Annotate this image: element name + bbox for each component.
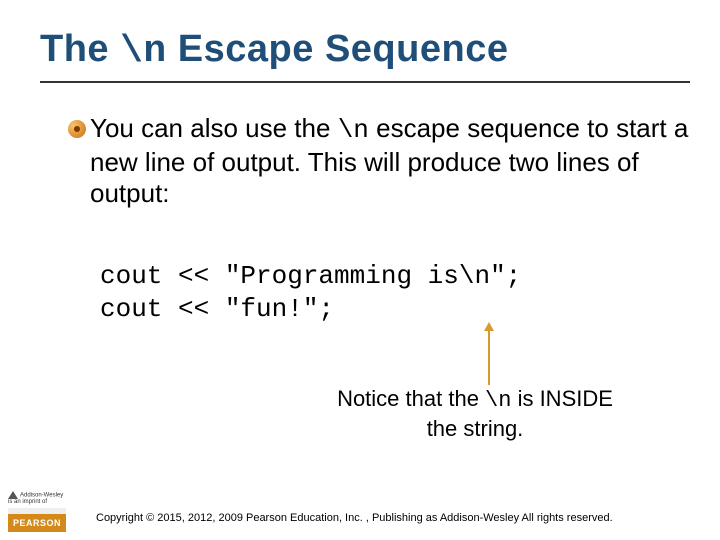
- annotation-mid: is INSIDE: [511, 386, 612, 411]
- slide-title: The \n Escape Sequence: [40, 28, 690, 73]
- bullet-item: You can also use the \n escape sequence …: [68, 113, 690, 210]
- title-divider: [40, 81, 690, 83]
- annotation-text: Notice that the \n is INSIDE the string.: [260, 385, 690, 442]
- code-line-1: cout << "Programming is\n";: [100, 261, 521, 291]
- bullet-icon: [68, 120, 86, 138]
- publisher-logos: Addison-Wesley is an imprint of PEARSON: [0, 491, 90, 532]
- title-post: Escape Sequence: [167, 28, 509, 70]
- title-pre: The: [40, 28, 120, 70]
- aw-line1: Addison-Wesley: [20, 492, 63, 498]
- footer: Addison-Wesley is an imprint of PEARSON …: [0, 491, 720, 532]
- annotation-line2: the string.: [427, 416, 524, 441]
- annotation-code: \n: [485, 388, 511, 413]
- pearson-logo: PEARSON: [8, 508, 66, 532]
- bullet-code: \n: [338, 115, 369, 145]
- triangle-icon: [8, 491, 18, 499]
- code-line-2: cout << "fun!";: [100, 294, 334, 324]
- addison-wesley-logo: Addison-Wesley is an imprint of: [8, 491, 90, 505]
- bullet-pre: You can also use the: [90, 113, 338, 143]
- title-code: \n: [120, 30, 167, 73]
- aw-line2: is an imprint of: [8, 499, 47, 505]
- annotation-pre: Notice that the: [337, 386, 485, 411]
- annotation-callout: Notice that the \n is INSIDE the string.: [260, 385, 690, 442]
- copyright-text: Copyright © 2015, 2012, 2009 Pearson Edu…: [90, 512, 720, 532]
- code-block: cout << "Programming is\n"; cout << "fun…: [100, 260, 690, 325]
- arrow-up-icon: [488, 330, 490, 385]
- bullet-text: You can also use the \n escape sequence …: [90, 113, 690, 210]
